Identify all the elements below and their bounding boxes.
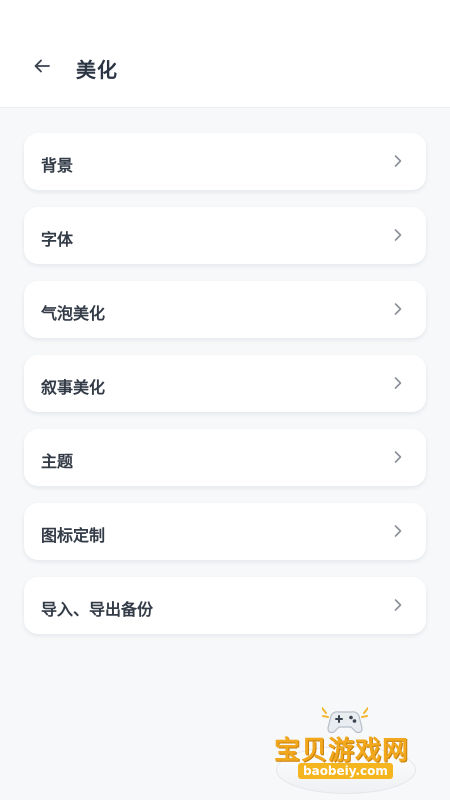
back-button[interactable]: [27, 51, 57, 81]
chevron-right-icon: [394, 451, 402, 463]
chevron-right-icon: [394, 155, 402, 167]
menu-item-theme[interactable]: 主题: [24, 429, 426, 486]
menu-item-icon-customization[interactable]: 图标定制: [24, 503, 426, 560]
menu-item-label: 字体: [41, 232, 74, 249]
menu-item-background[interactable]: 背景: [24, 133, 426, 190]
chevron-right-icon: [394, 377, 402, 389]
chevron-right-icon: [394, 303, 402, 315]
menu-item-import-export-backup[interactable]: 导入、导出备份: [24, 577, 426, 634]
menu-item-label: 叙事美化: [41, 380, 106, 397]
page-title: 美化: [76, 60, 118, 82]
menu-item-narrative-style[interactable]: 叙事美化: [24, 355, 426, 412]
menu-item-label: 主题: [41, 454, 74, 471]
menu-item-label: 图标定制: [41, 528, 106, 545]
settings-menu-list: 背景 字体 气泡美化 叙事美化 主题 图标定制 导入、导出备份: [24, 133, 426, 651]
chevron-right-icon: [394, 229, 402, 241]
header-bar: 美化: [0, 0, 450, 108]
menu-item-font[interactable]: 字体: [24, 207, 426, 264]
menu-item-label: 导入、导出备份: [41, 602, 154, 619]
beautify-screen: 美化 背景 字体 气泡美化 叙事美化 主题 图标定制 导入、导出备份 宝贝游戏网…: [0, 0, 450, 800]
menu-item-label: 背景: [41, 158, 74, 175]
arrow-left-icon: [34, 59, 50, 73]
chevron-right-icon: [394, 525, 402, 537]
chevron-right-icon: [394, 599, 402, 611]
menu-item-label: 气泡美化: [41, 306, 106, 323]
watermark-text: 宝贝游戏网: [274, 736, 410, 766]
watermark-logo: 宝贝游戏网 baobeiy.com: [272, 702, 420, 796]
menu-item-bubble-style[interactable]: 气泡美化: [24, 281, 426, 338]
watermark-url: baobeiy.com: [298, 763, 393, 779]
